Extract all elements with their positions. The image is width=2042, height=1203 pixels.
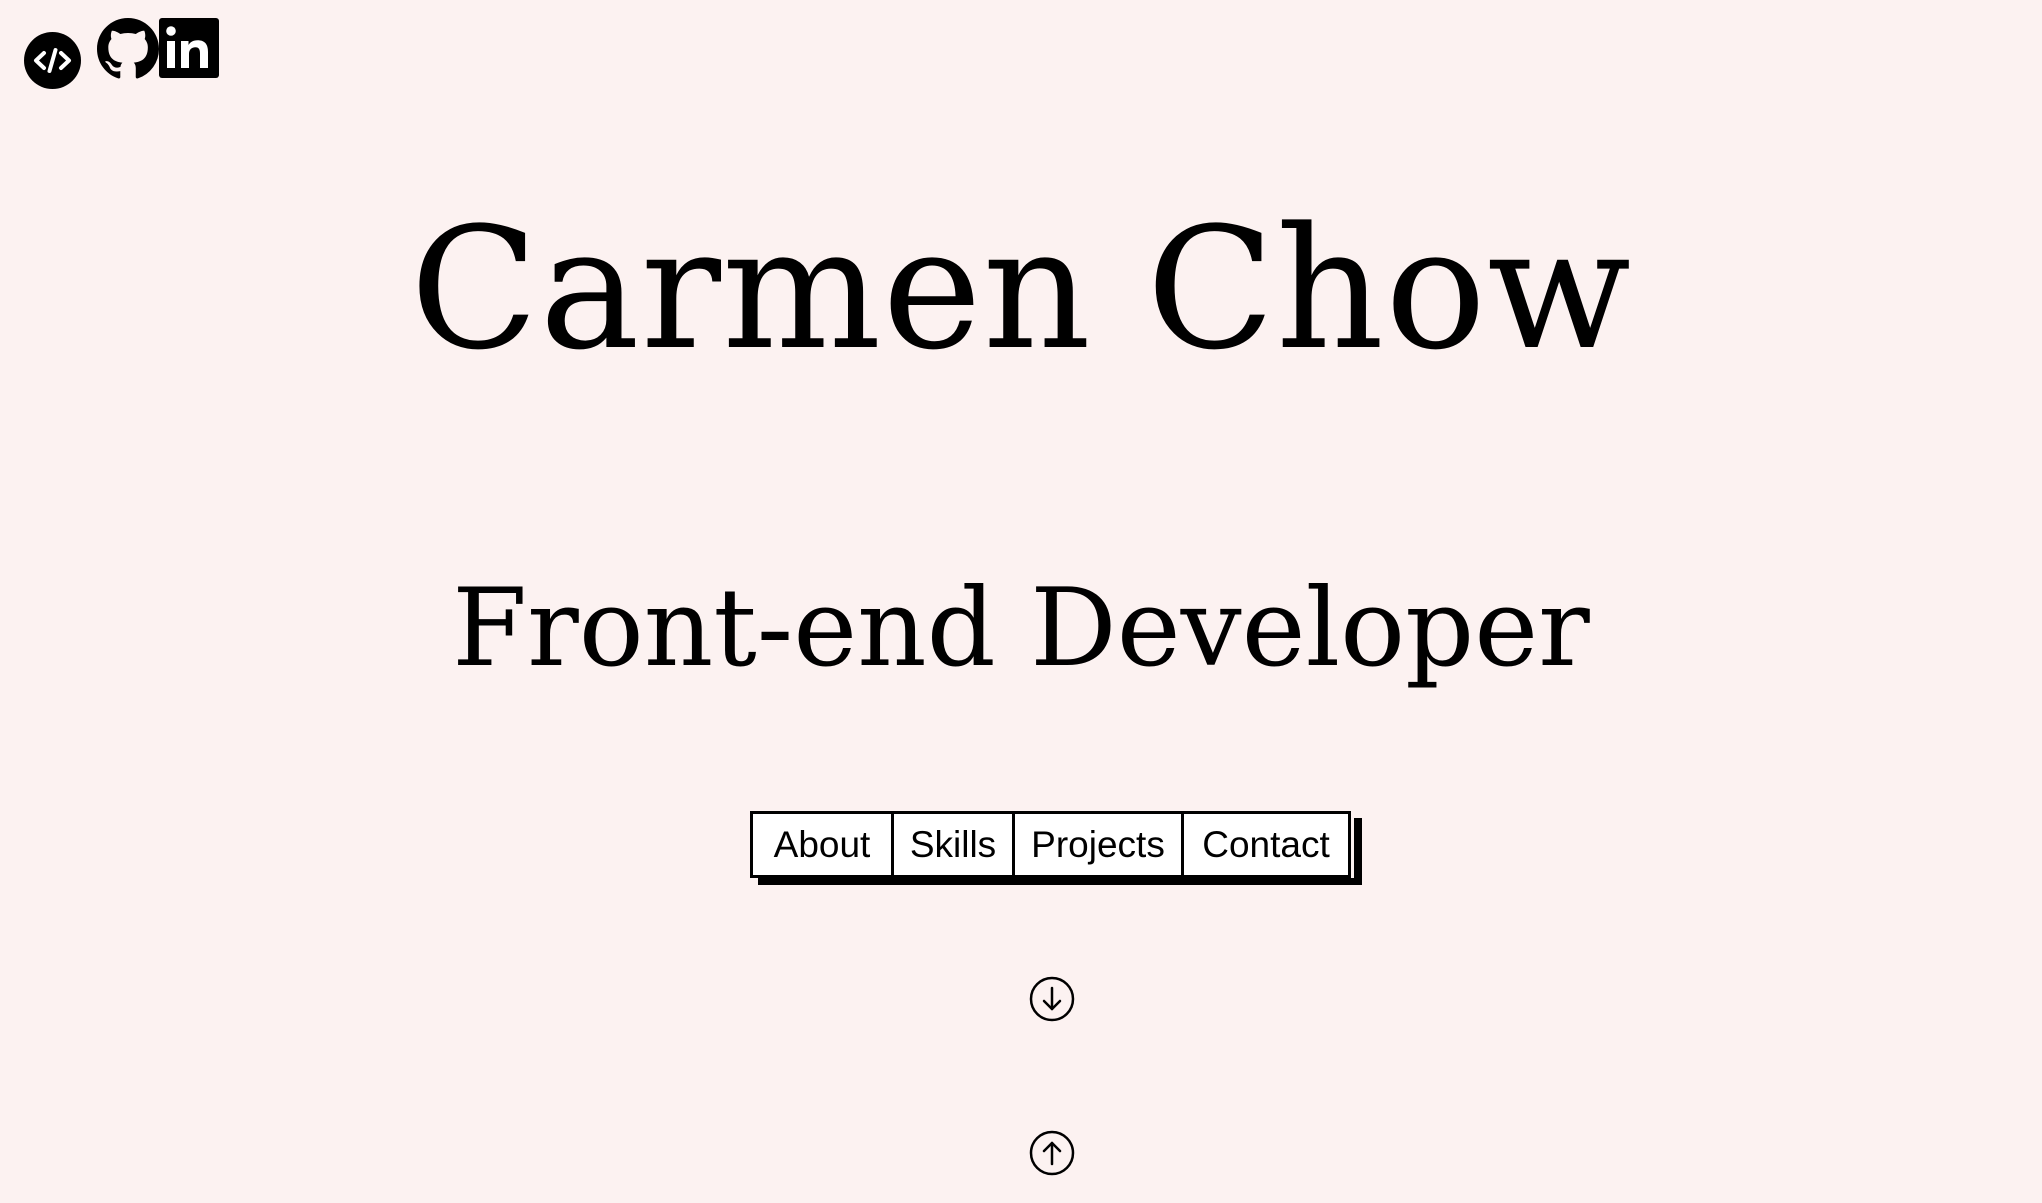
codepen-link[interactable] xyxy=(24,32,81,89)
code-icon xyxy=(24,32,81,89)
arrow-down-circle-icon xyxy=(1029,976,1075,1022)
nav-projects-button[interactable]: Projects xyxy=(1012,811,1184,878)
nav-contact-button[interactable]: Contact xyxy=(1181,811,1351,878)
hero-role: Front-end Developer xyxy=(452,566,1590,691)
arrow-up-circle-icon xyxy=(1029,1130,1075,1176)
hero-name: Carmen Chow xyxy=(409,191,1633,387)
section-nav: About Skills Projects Contact xyxy=(750,811,1354,878)
scroll-down-button[interactable] xyxy=(1029,976,1075,1022)
scroll-up-button[interactable] xyxy=(1029,1130,1075,1176)
nav-about-button[interactable]: About xyxy=(750,811,894,878)
linkedin-icon xyxy=(159,18,219,78)
nav-skills-button[interactable]: Skills xyxy=(891,811,1015,878)
social-links xyxy=(24,18,219,98)
linkedin-link[interactable] xyxy=(159,18,219,78)
github-icon xyxy=(97,18,159,79)
github-link[interactable] xyxy=(97,18,159,80)
